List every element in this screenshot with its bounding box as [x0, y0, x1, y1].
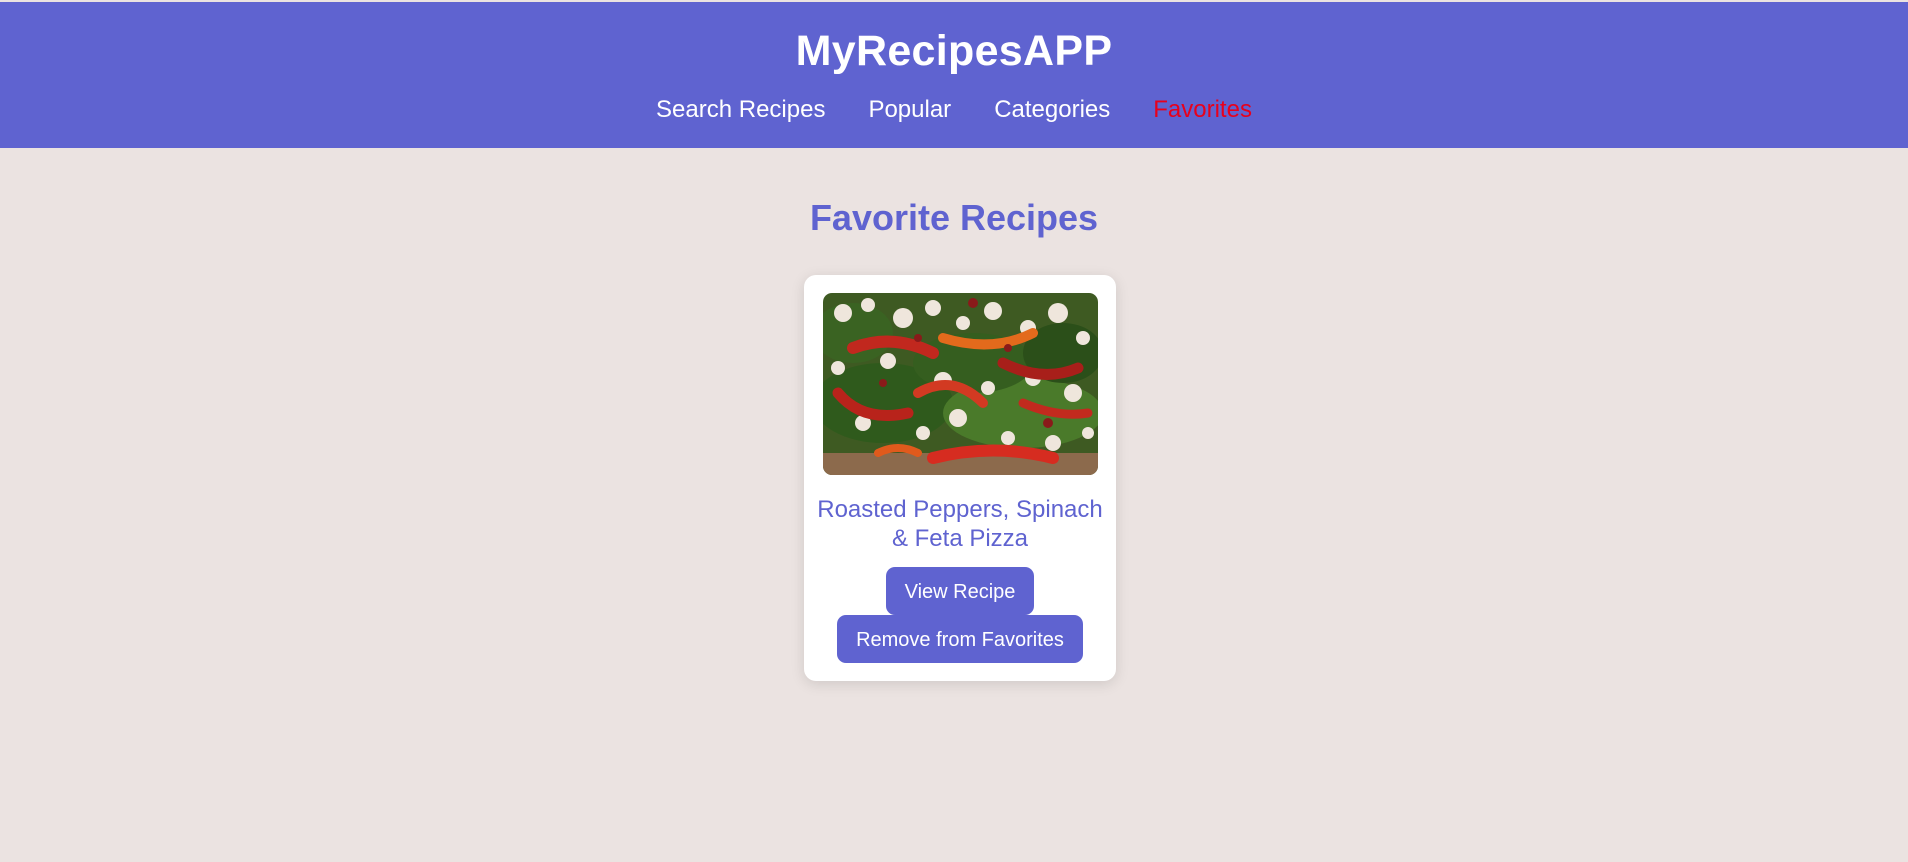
main-nav: Search Recipes Popular Categories Favori…: [0, 94, 1908, 126]
page-title: Favorite Recipes: [809, 197, 1099, 238]
nav-search-recipes[interactable]: Search Recipes: [656, 94, 825, 126]
nav-popular[interactable]: Popular: [868, 94, 951, 126]
recipe-image[interactable]: [823, 293, 1098, 475]
recipe-title: Roasted Peppers, Spinach & Feta Pizza: [817, 496, 1103, 552]
view-recipe-button[interactable]: View Recipe: [886, 567, 1034, 615]
app-title: MyRecipesAPP: [795, 27, 1113, 75]
nav-categories[interactable]: Categories: [994, 94, 1110, 126]
remove-from-favorites-button[interactable]: Remove from Favorites: [837, 615, 1083, 663]
app-header: MyRecipesAPP Search Recipes Popular Cate…: [0, 2, 1908, 148]
recipe-card: Roasted Peppers, Spinach & Feta Pizza Vi…: [804, 275, 1116, 681]
nav-favorites[interactable]: Favorites: [1153, 94, 1252, 126]
